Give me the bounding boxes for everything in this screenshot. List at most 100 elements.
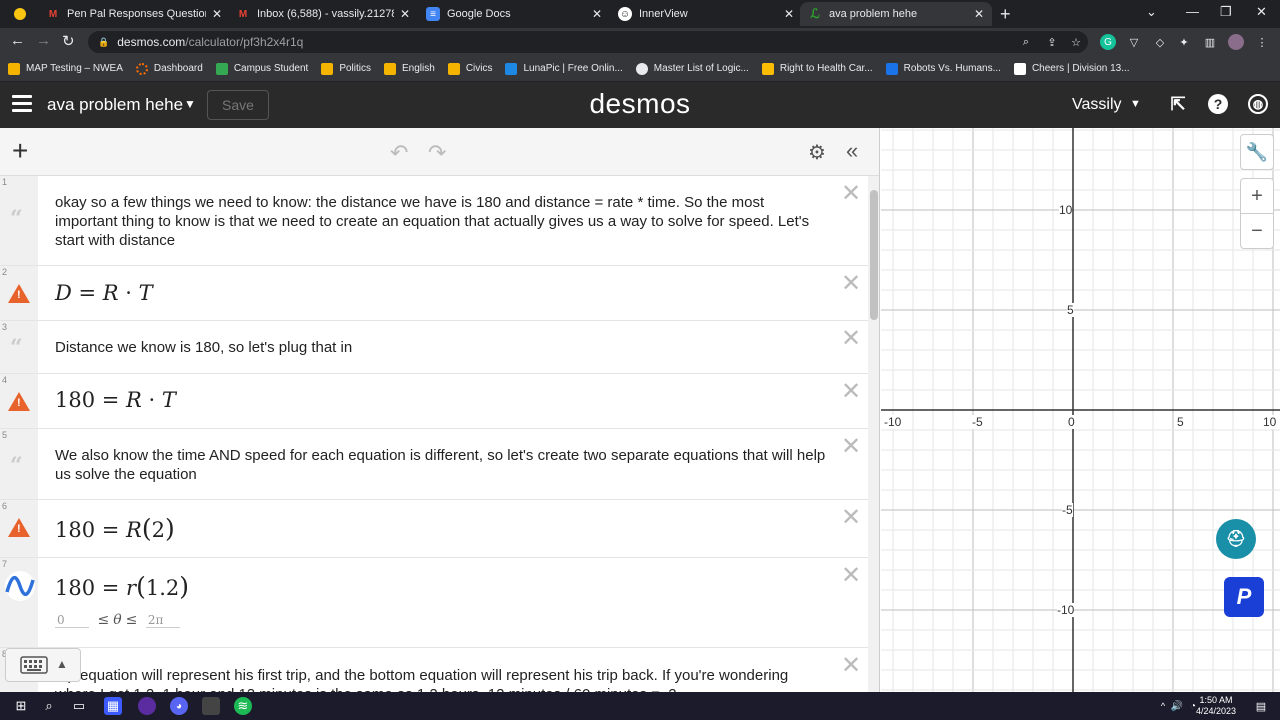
math-expression[interactable]: D = R · T [55,281,153,305]
windows-start-icon[interactable]: ⊞ [12,697,30,715]
redo-icon[interactable]: ↷ [428,140,446,166]
expression-row[interactable]: 2 ! D = R · T ✕ [0,266,868,321]
warning-icon[interactable]: ! [8,518,30,537]
url-field[interactable]: 🔒 desmos.com/calculator/pf3h2x4r1q [88,31,1088,53]
expression-row[interactable]: 8 top equation will represent his first … [0,648,868,692]
graph-title[interactable]: ava problem hehe [47,95,183,115]
profile-icon[interactable] [14,8,26,20]
task-view-icon[interactable]: ▭ [70,697,88,715]
domain-max-input[interactable]: 2π [145,613,180,628]
expression-row[interactable]: 3 “ Distance we know is 180, so let's pl… [0,321,868,374]
hamburger-menu-icon[interactable] [12,95,32,113]
delete-expression-icon[interactable]: ✕ [841,182,861,206]
help-icon[interactable]: ? [1208,94,1228,114]
app-icon[interactable] [202,697,220,715]
delete-expression-icon[interactable]: ✕ [841,272,861,296]
forward-icon[interactable]: → [36,32,51,49]
sidepanel-icon[interactable]: ▥ [1202,34,1218,50]
note-text[interactable]: okay so a few things we need to know: th… [55,193,830,250]
bookmark-english[interactable]: English [384,62,435,75]
zoom-in-button[interactable]: + [1240,178,1274,214]
undo-icon[interactable]: ↶ [390,140,408,166]
adblock-icon[interactable]: ◇ [1152,34,1168,50]
polar-curve-icon[interactable] [4,570,36,602]
save-button[interactable]: Save [207,90,269,120]
close-tab-icon[interactable]: ✕ [400,7,410,21]
search-icon[interactable]: ⌕ [40,697,58,715]
delete-expression-icon[interactable]: ✕ [841,327,861,351]
title-dropdown-icon[interactable]: ▼ [184,97,196,111]
bookmark-right-to-health[interactable]: Right to Health Car... [761,62,873,75]
tab-search-icon[interactable]: ⌄ [1146,4,1157,20]
note-text[interactable]: top equation will represent his first tr… [55,666,830,692]
minimize-icon[interactable]: — [1186,4,1199,19]
tab-desmos[interactable]: ℒ ava problem hehe ✕ [800,2,992,26]
math-expression[interactable]: 180 = R(2) [55,514,175,543]
zoom-icon[interactable]: ⌕ [1018,34,1034,50]
expression-row[interactable]: 4 ! 180 = R · T ✕ [0,374,868,429]
expression-row[interactable]: 7 180 = r(1.2) 0 ≤ θ ≤ 2π ✕ [0,558,868,648]
graph-paper[interactable]: -10 -5 0 5 10 10 5 -5 -10 [881,128,1280,692]
bookmark-robots-vs-humans[interactable]: Robots Vs. Humans... [885,62,1001,75]
tab-google-docs[interactable]: ≡ Google Docs ✕ [418,2,610,26]
scrollbar-thumb[interactable] [870,190,878,320]
delete-expression-icon[interactable]: ✕ [841,380,861,404]
bookmark-politics[interactable]: Politics [321,62,371,75]
new-tab-button[interactable]: + [1000,4,1011,24]
restore-icon[interactable]: ❐ [1220,4,1232,20]
math-expression[interactable]: 180 = r(1.2) [55,572,189,601]
close-tab-icon[interactable]: ✕ [974,7,984,21]
calendar-app-icon[interactable]: ▦ [104,697,122,715]
avatar[interactable] [1228,34,1244,50]
reload-icon[interactable]: ↻ [62,32,75,50]
bookmark-star-icon[interactable]: ☆ [1068,34,1084,50]
user-menu[interactable]: Vassily [1072,96,1122,114]
menu-icon[interactable]: ⋮ [1254,34,1270,50]
delete-expression-icon[interactable]: ✕ [841,564,861,588]
close-tab-icon[interactable]: ✕ [212,7,222,21]
back-icon[interactable]: ← [10,32,25,49]
bookmark-cheers[interactable]: Cheers | Division 13... [1013,62,1130,75]
keyboard-toggle-button[interactable]: ▲ [5,648,81,682]
share-graph-icon[interactable]: ⇱ [1168,94,1188,114]
tab-inbox[interactable]: M Inbox (6,588) - vassily.2127847@ ✕ [228,2,418,26]
accessibility-helper-icon[interactable]: ⛑ [1216,519,1256,559]
math-expression[interactable]: 180 = R · T [55,388,176,412]
system-clock[interactable]: 1:50 AM 4/24/2023 [1196,695,1236,717]
delete-expression-icon[interactable]: ✕ [841,506,861,530]
bookmark-master-list[interactable]: Master List of Logic... [635,62,749,75]
notification-icon[interactable]: ▤ [1252,697,1270,715]
close-tab-icon[interactable]: ✕ [784,7,794,21]
close-window-icon[interactable]: ✕ [1256,4,1267,20]
warning-icon[interactable]: ! [8,392,30,411]
gear-icon[interactable]: ⚙ [808,140,826,165]
discord-icon[interactable]: ◕ [170,697,188,715]
tab-pen-pal[interactable]: M Pen Pal Responses Question - va ✕ [38,2,230,26]
domain-min-input[interactable]: 0 [55,613,89,628]
graph-settings-wrench-icon[interactable]: 🔧 [1240,134,1274,170]
collapse-list-icon[interactable]: « [846,138,858,164]
tab-innerview[interactable]: ☺ InnerView ✕ [610,2,802,26]
expression-row[interactable]: 1 “ okay so a few things we need to know… [0,176,868,266]
grammarly-icon[interactable]: G [1100,34,1116,50]
extensions-icon[interactable]: ✦ [1176,34,1192,50]
shield-icon[interactable]: ▽ [1126,34,1142,50]
expression-scrollbar[interactable] [868,176,879,692]
spotify-icon[interactable]: ≋ [234,697,252,715]
expression-row[interactable]: 6 ! 180 = R(2) ✕ [0,500,868,558]
bookmark-dashboard[interactable]: Dashboard [135,62,203,75]
close-tab-icon[interactable]: ✕ [592,7,602,21]
note-text[interactable]: We also know the time AND speed for each… [55,446,830,484]
note-text[interactable]: Distance we know is 180, so let's plug t… [55,338,830,357]
zoom-out-button[interactable]: − [1240,213,1274,249]
bookmark-lunapic[interactable]: LunaPic | Free Onlin... [505,62,623,75]
bookmark-civics[interactable]: Civics [447,62,492,75]
app-icon[interactable] [138,697,156,715]
warning-icon[interactable]: ! [8,284,30,303]
delete-expression-icon[interactable]: ✕ [841,654,861,678]
language-globe-icon[interactable]: ◍ [1248,94,1268,114]
add-item-button[interactable]: + [12,137,28,165]
user-dropdown-icon[interactable]: ▼ [1130,98,1141,110]
bookmark-campus-student[interactable]: Campus Student [215,62,308,75]
paypal-extension-icon[interactable]: P [1224,577,1264,617]
